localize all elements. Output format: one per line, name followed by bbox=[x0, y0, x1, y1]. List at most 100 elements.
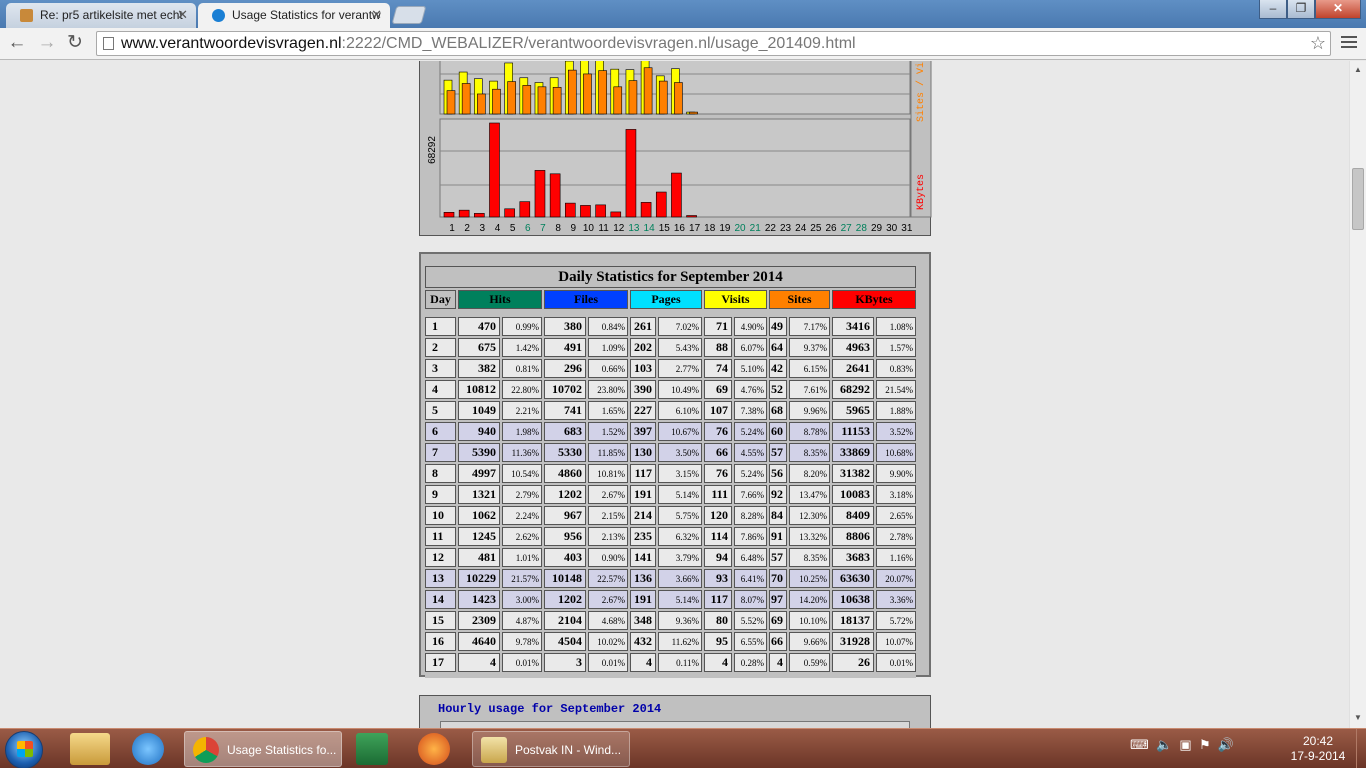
visits-value-cell: 71 bbox=[704, 317, 732, 336]
vertical-scrollbar[interactable]: ▲ ▼ bbox=[1349, 61, 1366, 728]
sites-bar-day-6 bbox=[522, 85, 532, 115]
x-tick-label-day-13: 13 bbox=[628, 223, 640, 234]
speaker-icon[interactable]: 🔈 bbox=[1156, 737, 1172, 752]
sites-bar-day-9 bbox=[567, 69, 577, 115]
hits-value-cell: 2309 bbox=[458, 611, 500, 630]
taskbar-mail-window[interactable]: Postvak IN - Wind... bbox=[472, 731, 630, 767]
kbytes-bar-day-2 bbox=[458, 209, 470, 218]
day-cell: 10 bbox=[425, 506, 456, 525]
pages-percent-cell: 7.02% bbox=[658, 317, 702, 336]
keyboard-icon[interactable]: ⌨ bbox=[1130, 737, 1149, 752]
bookmark-star-icon[interactable]: ☆ bbox=[1310, 32, 1326, 55]
new-tab-button[interactable] bbox=[391, 6, 427, 24]
kbytes-bar-day-14 bbox=[640, 202, 652, 218]
hits-percent-cell: 2.24% bbox=[502, 506, 542, 525]
visits-percent-cell: 4.55% bbox=[734, 443, 767, 462]
hits-percent-cell: 2.62% bbox=[502, 527, 542, 546]
kb-value-cell: 68292 bbox=[832, 380, 874, 399]
files-percent-cell: 1.52% bbox=[588, 422, 628, 441]
sites-bar-day-8 bbox=[552, 86, 562, 115]
kb-value-cell: 3416 bbox=[832, 317, 874, 336]
visits-value-cell: 4 bbox=[704, 653, 732, 672]
sites-bar-day-1 bbox=[446, 90, 456, 115]
files-percent-cell: 2.13% bbox=[588, 527, 628, 546]
files-value-cell: 967 bbox=[544, 506, 586, 525]
day-cell: 14 bbox=[425, 590, 456, 609]
sites-percent-cell: 14.20% bbox=[789, 590, 830, 609]
taskbar-clock[interactable]: 20:42 17-9-2014 bbox=[1288, 734, 1348, 764]
excel-icon[interactable] bbox=[356, 733, 388, 765]
x-tick-label-day-5: 5 bbox=[510, 223, 516, 234]
pages-percent-cell: 6.32% bbox=[658, 527, 702, 546]
show-desktop-button[interactable] bbox=[1356, 729, 1366, 768]
taskbar-chrome-window[interactable]: Usage Statistics fo... bbox=[184, 731, 342, 767]
scroll-up-arrow-icon[interactable]: ▲ bbox=[1354, 65, 1362, 74]
chrome-menu-icon[interactable] bbox=[1341, 36, 1357, 51]
pages-value-cell: 227 bbox=[630, 401, 656, 420]
visits-value-cell: 114 bbox=[704, 527, 732, 546]
internet-explorer-icon[interactable] bbox=[132, 733, 164, 765]
files-percent-cell: 1.09% bbox=[588, 338, 628, 357]
sites-bar-day-7 bbox=[537, 86, 547, 115]
hits-value-cell: 10229 bbox=[458, 569, 500, 588]
tab-strip: Re: pr5 artikelsite met echt ✕ Usage Sta… bbox=[0, 0, 1366, 28]
daily-statistics-panel: Daily Statistics for September 2014 Day H… bbox=[419, 252, 931, 678]
pages-percent-cell: 11.62% bbox=[658, 632, 702, 651]
address-bar[interactable]: www.verantwoordevisvragen.nl:2222/CMD_WE… bbox=[96, 31, 1331, 56]
kb-value-cell: 26 bbox=[832, 653, 874, 672]
visits-percent-cell: 4.76% bbox=[734, 380, 767, 399]
start-button[interactable] bbox=[5, 731, 43, 768]
window-close-button[interactable]: ✕ bbox=[1315, 0, 1361, 19]
volume-icon[interactable]: 🔊 bbox=[1218, 737, 1234, 752]
reload-button[interactable]: ↻ bbox=[63, 32, 87, 56]
hits-percent-cell: 21.57% bbox=[502, 569, 542, 588]
close-icon[interactable]: ✕ bbox=[177, 7, 188, 23]
close-icon[interactable]: ✕ bbox=[371, 7, 382, 23]
flag-icon[interactable]: ⚑ bbox=[1199, 737, 1211, 752]
day-cell: 16 bbox=[425, 632, 456, 651]
scroll-down-arrow-icon[interactable]: ▼ bbox=[1354, 713, 1362, 722]
pages-percent-cell: 6.10% bbox=[658, 401, 702, 420]
pages-value-cell: 202 bbox=[630, 338, 656, 357]
tab-forum[interactable]: Re: pr5 artikelsite met echt ✕ bbox=[6, 3, 196, 28]
pages-value-cell: 214 bbox=[630, 506, 656, 525]
network-icon[interactable]: ▣ bbox=[1179, 737, 1191, 752]
files-percent-cell: 0.90% bbox=[588, 548, 628, 567]
column-header-files: Files bbox=[544, 290, 628, 309]
files-value-cell: 10148 bbox=[544, 569, 586, 588]
sites-percent-cell: 9.96% bbox=[789, 401, 830, 420]
maximize-button[interactable]: ❐ bbox=[1287, 0, 1315, 19]
table-row: 15 2309 4.87% 2104 4.68% 348 9.36% 80 5.52% 69 10.… bbox=[425, 611, 916, 630]
scrollbar-thumb[interactable] bbox=[1352, 168, 1364, 230]
explorer-icon[interactable] bbox=[70, 733, 110, 765]
files-percent-cell: 23.80% bbox=[588, 380, 628, 399]
firefox-icon[interactable] bbox=[418, 733, 450, 765]
hourly-usage-title: Hourly usage for September 2014 bbox=[438, 702, 662, 716]
back-button[interactable]: ← bbox=[5, 32, 29, 56]
hits-percent-cell: 0.81% bbox=[502, 359, 542, 378]
sites-percent-cell: 13.32% bbox=[789, 527, 830, 546]
x-tick-label-day-1: 1 bbox=[449, 223, 455, 234]
sites-value-cell: 66 bbox=[769, 632, 787, 651]
day-cell: 15 bbox=[425, 611, 456, 630]
forward-button[interactable]: → bbox=[35, 32, 59, 56]
kb-value-cell: 31928 bbox=[832, 632, 874, 651]
sites-bar-day-4 bbox=[492, 88, 501, 115]
kbytes-bar-day-8 bbox=[549, 173, 561, 218]
x-tick-label-day-21: 21 bbox=[750, 223, 762, 234]
x-tick-label-day-23: 23 bbox=[780, 223, 792, 234]
minimize-button[interactable]: – bbox=[1259, 0, 1287, 19]
day-cell: 3 bbox=[425, 359, 456, 378]
sites-percent-cell: 0.59% bbox=[789, 653, 830, 672]
browser-toolbar: ← → ↻ www.verantwoordevisvragen.nl:2222/… bbox=[0, 28, 1366, 60]
tab-usage-statistics[interactable]: Usage Statistics for verantw ✕ bbox=[198, 3, 390, 28]
visits-percent-cell: 7.86% bbox=[734, 527, 767, 546]
visits-value-cell: 94 bbox=[704, 548, 732, 567]
kbytes-bar-day-17 bbox=[686, 215, 697, 218]
visits-percent-cell: 8.28% bbox=[734, 506, 767, 525]
globe-favicon-icon bbox=[212, 9, 225, 22]
pages-value-cell: 235 bbox=[630, 527, 656, 546]
sites-bar-day-10 bbox=[583, 73, 592, 115]
table-row: 13 10229 21.57% 10148 22.57% 136 3.66% 93 6.41% 7… bbox=[425, 569, 916, 588]
hits-percent-cell: 2.21% bbox=[502, 401, 542, 420]
